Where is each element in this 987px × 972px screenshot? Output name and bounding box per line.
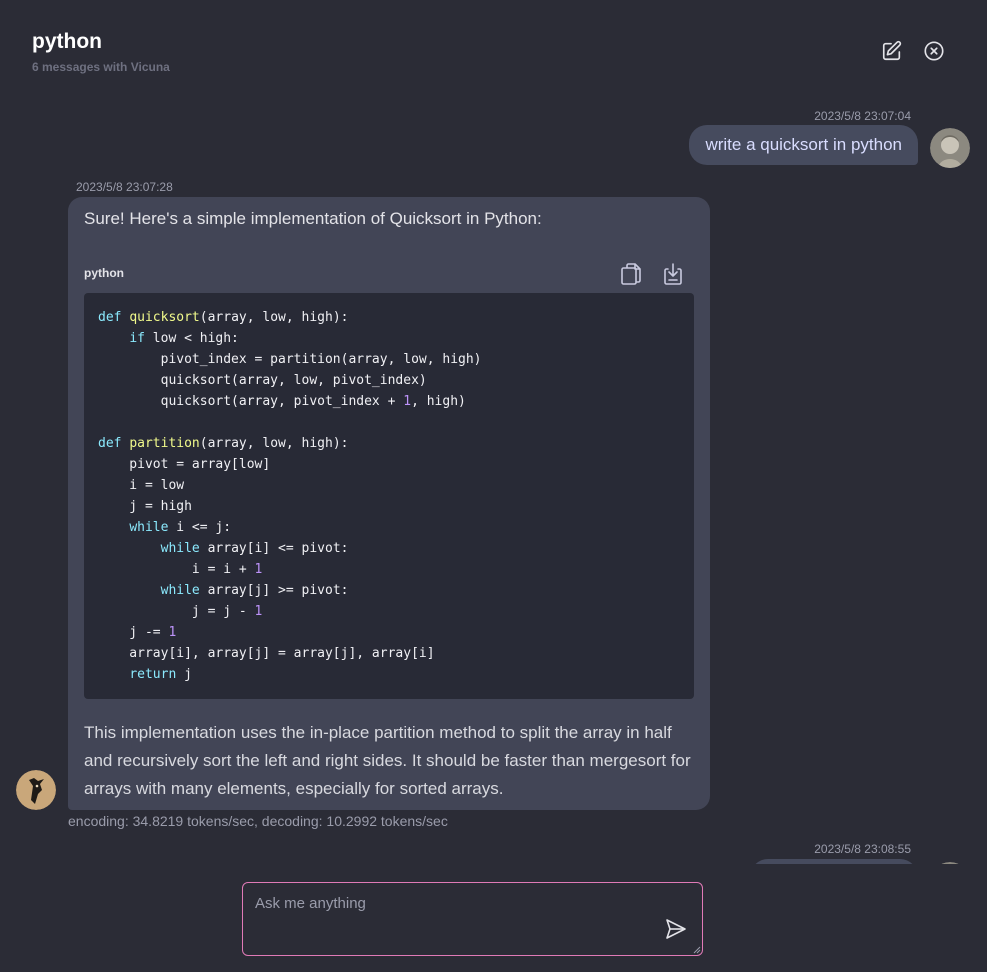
- edit-button[interactable]: [881, 40, 903, 62]
- close-button[interactable]: [923, 40, 945, 62]
- message-timestamp: 2023/5/8 23:07:28: [76, 180, 173, 194]
- code-line: while array[i] <= pivot:: [160, 541, 349, 556]
- assistant-intro-text: Sure! Here's a simple implementation of …: [84, 209, 542, 228]
- message-list[interactable]: 2023/5/8 23:07:04 write a quicksort in p…: [0, 90, 987, 864]
- chat-header: python 6 messages with Vicuna: [0, 0, 987, 90]
- copy-icon: [621, 263, 641, 285]
- user-avatar: [930, 862, 970, 864]
- page-title: python: [32, 30, 102, 53]
- user-message-bubble: [750, 859, 918, 864]
- close-circle-icon: [924, 41, 944, 61]
- message-count-subtitle: 6 messages with Vicuna: [32, 60, 170, 74]
- assistant-outro-text: This implementation uses the in-place pa…: [84, 723, 691, 798]
- code-line: quicksort(array, pivot_index + 1, high): [98, 394, 466, 409]
- send-icon: [666, 919, 686, 939]
- code-line: if low < high:: [129, 331, 239, 346]
- code-line: pivot_index = partition(array, low, high…: [98, 352, 482, 367]
- code-line: def quicksort(array, low, high):: [98, 310, 349, 325]
- code-line: def partition(array, low, high):: [98, 436, 349, 451]
- code-line: while array[j] >= pivot:: [160, 583, 349, 598]
- code-block[interactable]: def quicksort(array, low, high): if low …: [84, 293, 694, 699]
- code-line: array[i], array[j] = array[j], array[i]: [98, 646, 435, 661]
- code-line: quicksort(array, low, pivot_index): [98, 373, 427, 388]
- copy-code-button[interactable]: [620, 262, 642, 286]
- code-line: while i <= j:: [129, 520, 232, 535]
- download-icon: [664, 263, 682, 285]
- assistant-message-bubble: Sure! Here's a simple implementation of …: [68, 197, 710, 810]
- code-line: j -= 1: [98, 625, 177, 640]
- code-line: i = low: [98, 478, 185, 493]
- code-line: return j: [129, 667, 192, 682]
- message-timestamp: 2023/5/8 23:08:55: [814, 842, 911, 856]
- code-line: i = i + 1: [98, 562, 263, 577]
- generation-stats: encoding: 34.8219 tokens/sec, decoding: …: [68, 813, 448, 829]
- code-language-label: python: [84, 266, 124, 280]
- edit-icon: [882, 40, 902, 61]
- message-input[interactable]: [243, 883, 702, 955]
- message-timestamp: 2023/5/8 23:07:04: [814, 109, 911, 123]
- code-line: j = high: [98, 499, 192, 514]
- user-message-bubble: write a quicksort in python: [689, 125, 918, 165]
- user-avatar: [930, 128, 970, 168]
- code-line: pivot = array[low]: [98, 457, 271, 472]
- download-code-button[interactable]: [662, 262, 684, 286]
- send-button[interactable]: [664, 917, 688, 941]
- code-line: j = j - 1: [98, 604, 263, 619]
- assistant-avatar: [16, 770, 56, 810]
- resize-grip-icon[interactable]: [693, 946, 701, 954]
- message-composer: [242, 882, 703, 956]
